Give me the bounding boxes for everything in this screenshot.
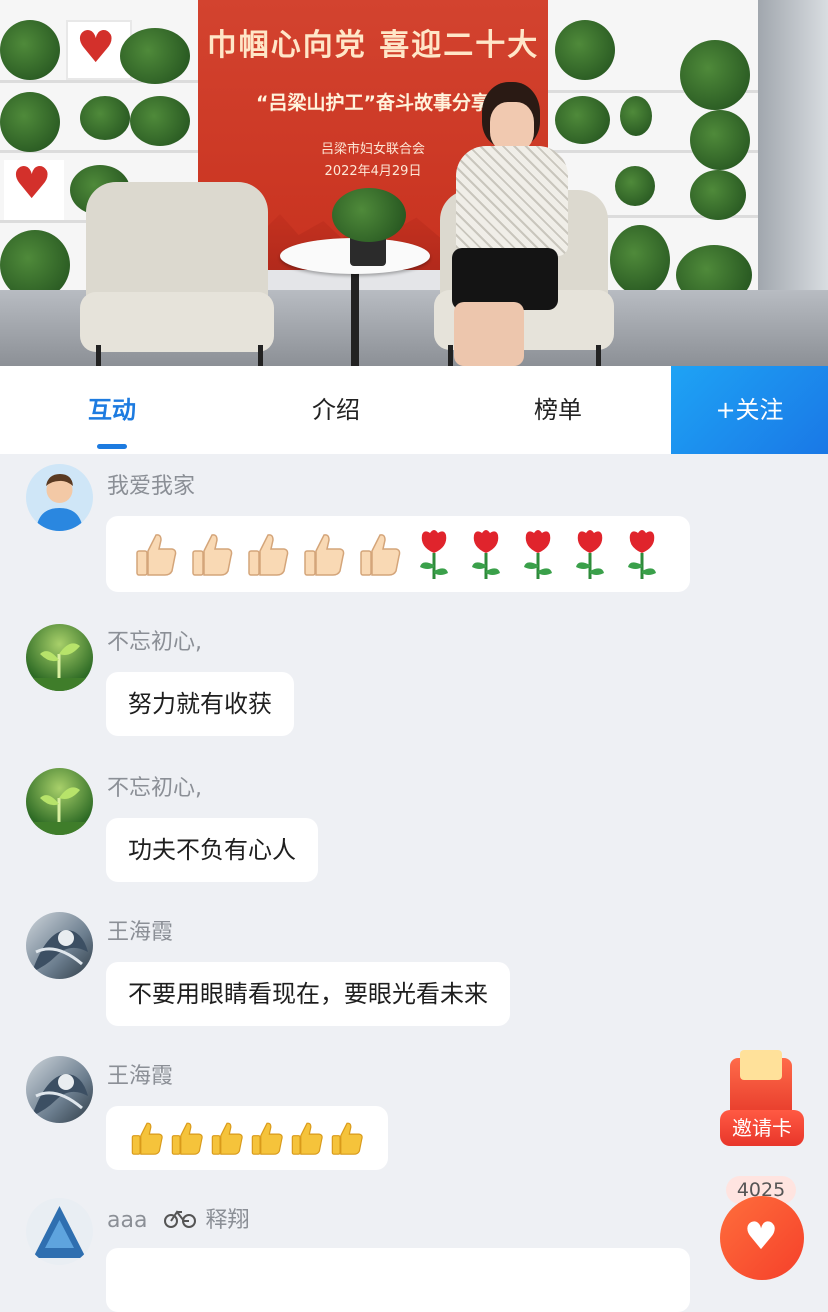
rose-icon xyxy=(570,527,610,581)
rose-icon xyxy=(518,527,558,581)
username: 不忘初心, xyxy=(107,630,202,655)
rose-icon xyxy=(622,527,662,581)
active-tab-indicator xyxy=(97,444,127,449)
thumbs-up-icon xyxy=(170,1120,204,1156)
tab-intro[interactable]: 介绍 xyxy=(224,366,448,454)
emoji-row xyxy=(130,1106,364,1170)
follow-button[interactable]: +关注 xyxy=(671,366,828,454)
username-suffix: 释翔 xyxy=(205,1208,250,1233)
thumbs-up-icon xyxy=(246,531,290,577)
rose-icon xyxy=(414,527,454,581)
invite-card-button[interactable]: 邀请卡 xyxy=(720,1110,804,1146)
message-bubble[interactable]: 不要用眼睛看现在，要眼光看未来 xyxy=(106,962,510,1026)
tab-bar: 互动 介绍 榜单 +关注 xyxy=(0,366,828,454)
bicycle-icon xyxy=(164,1208,197,1234)
thumbs-up-icon xyxy=(290,1120,324,1156)
heart-icon: ♥ xyxy=(744,1214,779,1258)
sprout-avatar[interactable] xyxy=(26,768,93,835)
banner-title: 巾帼心向党 喜迎二十大 xyxy=(206,28,540,63)
username-text: aaa xyxy=(107,1208,148,1233)
red-envelope-icon[interactable] xyxy=(730,1050,792,1118)
username: 王海霞 xyxy=(107,1064,174,1089)
thumbs-up-icon xyxy=(358,531,402,577)
message-bubble[interactable]: 努力就有收获 xyxy=(106,672,294,736)
thumbs-up-icon xyxy=(302,531,346,577)
thumbs-up-icon xyxy=(130,1120,164,1156)
tab-interact[interactable]: 互动 xyxy=(0,366,224,454)
artwork-avatar[interactable] xyxy=(26,912,93,979)
message-bubble[interactable] xyxy=(106,516,690,592)
username: 我爱我家 xyxy=(107,474,196,499)
left-armchair xyxy=(80,182,274,352)
username: 不忘初心, xyxy=(107,776,202,801)
tab-ranking[interactable]: 榜单 xyxy=(446,366,670,454)
thumbs-up-icon xyxy=(250,1120,284,1156)
sprout-avatar[interactable] xyxy=(26,624,93,691)
chat-list[interactable]: 我爱我家 不忘初心, 努力就有收获 不忘初心, 功夫不负有心人 王海霞 不要用眼… xyxy=(0,454,828,1312)
message-bubble[interactable] xyxy=(106,1106,388,1170)
emoji-row xyxy=(134,516,662,592)
boy-avatar[interactable] xyxy=(26,464,93,531)
thumbs-up-icon xyxy=(330,1120,364,1156)
thumbs-up-icon xyxy=(210,1120,244,1156)
username: aaa 释翔 xyxy=(107,1202,249,1234)
message-bubble[interactable]: 功夫不负有心人 xyxy=(106,818,318,882)
thumbs-up-icon xyxy=(134,531,178,577)
rose-icon xyxy=(466,527,506,581)
live-video-player[interactable]: ♥ ♥ 巾帼心向党 喜迎二十大 “吕梁山护工”奋斗故事分享 吕梁市妇女联合会 2… xyxy=(0,0,828,366)
triangle-avatar[interactable] xyxy=(26,1198,93,1265)
message-bubble[interactable] xyxy=(106,1248,690,1312)
like-button[interactable]: ♥ xyxy=(720,1196,804,1280)
heart-logo: ♥ xyxy=(4,160,64,220)
thumbs-up-icon xyxy=(190,531,234,577)
artwork-avatar[interactable] xyxy=(26,1056,93,1123)
username: 王海霞 xyxy=(107,920,174,945)
